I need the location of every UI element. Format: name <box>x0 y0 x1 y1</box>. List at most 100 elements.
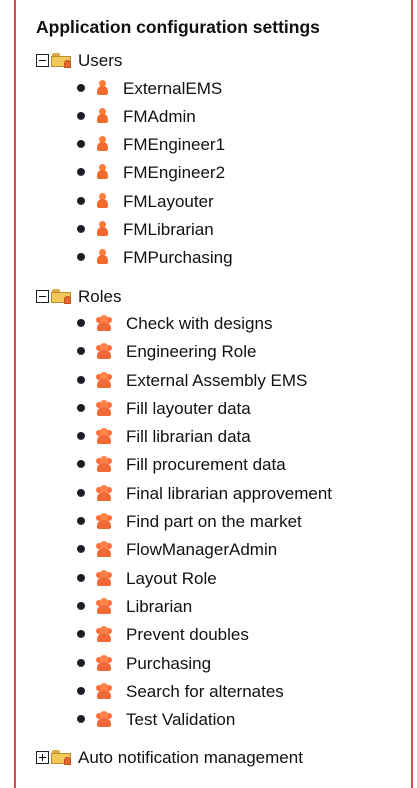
collapse-roles-toggle[interactable] <box>36 289 49 303</box>
tree-role-item[interactable]: Fill layouter data <box>77 396 251 420</box>
tree-role-item[interactable]: FlowManagerAdmin <box>77 537 277 561</box>
expand-auto-notification-toggle[interactable] <box>36 750 49 764</box>
tree-bullet-icon <box>77 574 85 582</box>
configuration-tree-panel: Application configuration settings Users… <box>18 0 410 788</box>
roles-section-label: Roles <box>78 286 122 306</box>
tree-bullet-icon <box>77 602 85 610</box>
role-icon <box>96 456 112 472</box>
user-item-label: FMLibrarian <box>123 219 214 239</box>
tree-section-roles[interactable]: Roles <box>36 284 121 308</box>
tree-bullet-icon <box>77 630 85 638</box>
role-item-label: Fill procurement data <box>126 454 286 474</box>
user-icon <box>96 221 109 237</box>
tree-bullet-icon <box>77 659 85 667</box>
tree-bullet-icon <box>77 376 85 384</box>
role-icon <box>96 541 112 557</box>
role-item-label: FlowManagerAdmin <box>126 539 278 559</box>
role-item-label: Layout Role <box>126 568 217 588</box>
tree-role-item[interactable]: Fill librarian data <box>77 424 251 448</box>
tree-role-item[interactable]: Purchasing <box>77 651 211 675</box>
role-icon <box>96 513 112 529</box>
tree-bullet-icon <box>77 715 85 723</box>
tree-user-item[interactable]: FMAdmin <box>77 104 196 128</box>
tree-bullet-icon <box>77 197 85 205</box>
left-border-line <box>14 0 16 788</box>
tree-bullet-icon <box>77 225 85 233</box>
tree-user-item[interactable]: FMPurchasing <box>77 245 233 269</box>
role-item-label: Librarian <box>126 596 193 616</box>
right-border-line <box>411 0 413 788</box>
auto-notification-section-label: Auto notification management <box>78 747 303 767</box>
role-item-label: Fill layouter data <box>126 398 251 418</box>
user-icon <box>96 193 109 209</box>
user-icon <box>96 80 109 96</box>
role-item-label: Find part on the market <box>126 511 302 531</box>
role-icon <box>96 655 112 671</box>
collapse-users-toggle[interactable] <box>36 53 49 67</box>
tree-user-item[interactable]: FMLibrarian <box>77 217 214 241</box>
tree-role-item[interactable]: Test Validation <box>77 707 235 731</box>
role-icon <box>96 683 112 699</box>
tree-bullet-icon <box>77 460 85 468</box>
tree-user-item[interactable]: FMEngineer1 <box>77 132 225 156</box>
tree-bullet-icon <box>77 347 85 355</box>
tree-bullet-icon <box>77 84 85 92</box>
role-item-label: Test Validation <box>126 709 236 729</box>
tree-role-item[interactable]: Final librarian approvement <box>77 481 332 505</box>
tree-user-item[interactable]: FMEngineer2 <box>77 160 225 184</box>
tree-bullet-icon <box>77 112 85 120</box>
role-item-label: Purchasing <box>126 653 212 673</box>
role-icon <box>96 428 112 444</box>
role-icon <box>96 598 112 614</box>
tree-bullet-icon <box>77 687 85 695</box>
user-icon <box>96 108 109 124</box>
user-item-label: ExternalEMS <box>123 78 223 98</box>
tree-section-users[interactable]: Users <box>36 48 122 72</box>
role-icon <box>96 343 112 359</box>
role-item-label: External Assembly EMS <box>126 370 308 390</box>
tree-bullet-icon <box>77 545 85 553</box>
tree-bullet-icon <box>77 404 85 412</box>
tree-role-item[interactable]: Prevent doubles <box>77 622 249 646</box>
tree-role-item[interactable]: Check with designs <box>77 311 272 335</box>
tree-role-item[interactable]: Search for alternates <box>77 679 284 703</box>
tree-role-item[interactable]: Engineering Role <box>77 339 256 363</box>
tree-role-item[interactable]: Layout Role <box>77 566 217 590</box>
user-icon <box>96 164 109 180</box>
user-item-label: FMEngineer1 <box>123 134 226 154</box>
user-icon <box>96 249 109 265</box>
tree-role-item[interactable]: Librarian <box>77 594 192 618</box>
tree-user-item[interactable]: FMLayouter <box>77 189 214 213</box>
tree-section-auto-notification-management[interactable]: Auto notification management <box>36 745 303 769</box>
tree-bullet-icon <box>77 489 85 497</box>
role-icon <box>96 711 112 727</box>
user-item-label: FMEngineer2 <box>123 162 226 182</box>
tree-role-item[interactable]: Find part on the market <box>77 509 302 533</box>
role-icon <box>96 400 112 416</box>
users-section-label: Users <box>78 50 123 70</box>
role-item-label: Engineering Role <box>126 341 257 361</box>
tree-bullet-icon <box>77 319 85 327</box>
user-icon <box>96 136 109 152</box>
tree-bullet-icon <box>77 140 85 148</box>
role-icon <box>96 626 112 642</box>
role-icon <box>96 315 112 331</box>
role-icon <box>96 372 112 388</box>
tree-bullet-icon <box>77 253 85 261</box>
role-item-label: Prevent doubles <box>126 624 249 644</box>
user-item-label: FMAdmin <box>123 106 196 126</box>
tree-bullet-icon <box>77 432 85 440</box>
role-icon <box>96 570 112 586</box>
tree-user-item[interactable]: ExternalEMS <box>77 76 222 100</box>
role-item-label: Fill librarian data <box>126 426 251 446</box>
tree-role-item[interactable]: External Assembly EMS <box>77 368 307 392</box>
user-item-label: FMPurchasing <box>123 247 233 267</box>
notification-folder-icon <box>50 749 72 766</box>
role-item-label: Search for alternates <box>126 681 284 701</box>
roles-folder-icon <box>50 288 72 305</box>
tree-role-item[interactable]: Fill procurement data <box>77 452 286 476</box>
page-title: Application configuration settings <box>36 17 320 37</box>
tree-bullet-icon <box>77 517 85 525</box>
user-item-label: FMLayouter <box>123 191 214 211</box>
role-icon <box>96 485 112 501</box>
